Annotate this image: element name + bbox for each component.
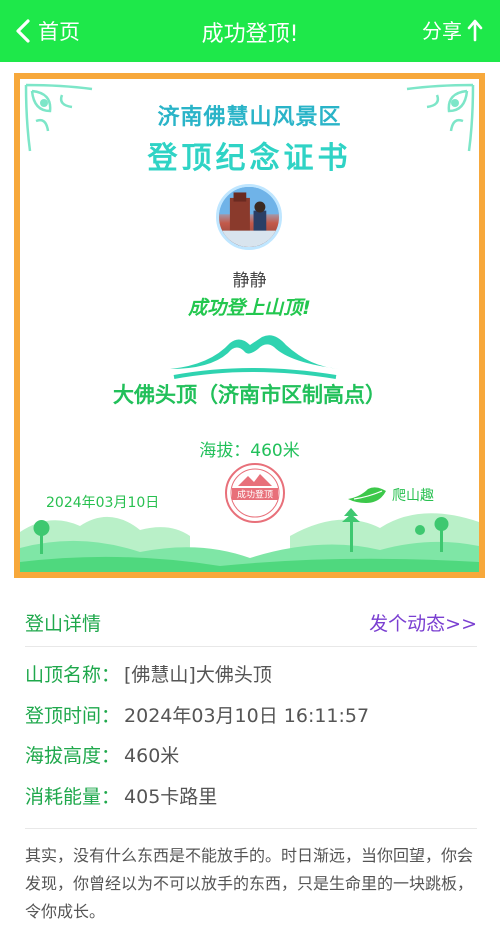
divider bbox=[25, 646, 477, 647]
detail-value: 405卡路里 bbox=[124, 786, 218, 808]
scenic-area-name: 济南佛慧山风景区 bbox=[157, 105, 342, 130]
detail-row-peak-name: 山顶名称： [佛慧山]大佛头顶 bbox=[25, 660, 272, 690]
top-nav-bar: 首页 成功登顶! 分享 bbox=[0, 0, 500, 62]
divider bbox=[25, 828, 477, 829]
success-message: 成功登上山顶! bbox=[188, 297, 311, 319]
avatar bbox=[216, 184, 282, 250]
detail-key: 登顶时间： bbox=[25, 705, 121, 727]
detail-value: 2024年03月10日 16:11:57 bbox=[124, 705, 370, 727]
altitude-text: 海拔：460米 bbox=[199, 441, 300, 461]
detail-key: 山顶名称： bbox=[25, 664, 121, 686]
detail-key: 消耗能量： bbox=[25, 786, 121, 808]
user-name: 静静 bbox=[232, 271, 267, 291]
avatar-photo bbox=[219, 187, 279, 247]
detail-value: 460米 bbox=[124, 745, 180, 767]
share-label: 分享 bbox=[422, 19, 462, 43]
detail-row-summit-time: 登顶时间： 2024年03月10日 16:11:57 bbox=[25, 701, 369, 731]
certificate-title: 登顶纪念证书 bbox=[147, 141, 352, 176]
details-title: 登山详情 bbox=[25, 613, 102, 635]
details-header: 登山详情 发个动态>> bbox=[25, 605, 477, 641]
detail-key: 海拔高度： bbox=[25, 745, 121, 767]
detail-row-altitude: 海拔高度： 460米 bbox=[25, 741, 179, 771]
share-button[interactable]: 分享 bbox=[422, 15, 484, 44]
detail-value: [佛慧山]大佛头顶 bbox=[124, 664, 272, 686]
share-arrow-icon bbox=[467, 19, 483, 41]
summit-certificate: 济南佛慧山风景区 登顶纪念证书 静静 成功登上山顶! 大佛头顶（济南市区制高点）… bbox=[14, 73, 485, 578]
inspirational-quote: 其实，没有什么东西是不能放手的。时日渐远，当你回望，你会发现，你曾经以为不可以放… bbox=[25, 846, 474, 921]
mountain-icon bbox=[170, 335, 340, 379]
landscape-illustration bbox=[20, 508, 479, 572]
detail-row-energy: 消耗能量： 405卡路里 bbox=[25, 782, 217, 812]
post-update-link[interactable]: 发个动态>> bbox=[369, 609, 477, 636]
peak-name: 大佛头顶（济南市区制高点） bbox=[113, 383, 386, 407]
